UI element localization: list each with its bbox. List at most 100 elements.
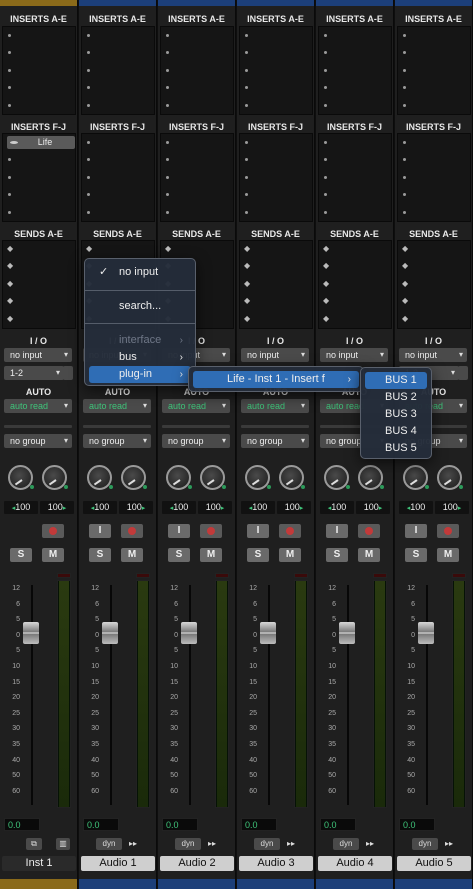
insert-slot[interactable] bbox=[398, 134, 470, 151]
send-slot[interactable]: ◆ bbox=[398, 311, 470, 328]
insert-slot[interactable] bbox=[398, 186, 470, 203]
input-monitor-button[interactable]: I bbox=[405, 524, 427, 538]
pan-right-knob[interactable] bbox=[42, 465, 68, 490]
waveform-view-icon[interactable]: ▸▸ bbox=[126, 838, 140, 850]
pan-left-knob[interactable] bbox=[324, 465, 350, 490]
insert-slot[interactable] bbox=[161, 62, 233, 79]
pan-left-knob[interactable] bbox=[87, 465, 113, 490]
insert-slot[interactable] bbox=[319, 134, 391, 151]
insert-slot[interactable] bbox=[161, 44, 233, 61]
pan-left-value[interactable]: ◂100 bbox=[83, 501, 117, 514]
volume-readout[interactable]: 0.0 bbox=[162, 818, 198, 831]
insert-slot[interactable] bbox=[240, 169, 312, 186]
track-name[interactable]: Inst 1 bbox=[2, 856, 76, 871]
automation-mode-selector[interactable]: auto read bbox=[162, 399, 230, 413]
input-monitor-button[interactable]: I bbox=[168, 524, 190, 538]
group-selector[interactable]: no group bbox=[162, 434, 230, 448]
send-slot[interactable]: ◆ bbox=[240, 293, 312, 310]
mute-button[interactable]: M bbox=[279, 548, 301, 562]
waveform-view-icon[interactable]: ▸▸ bbox=[363, 838, 377, 850]
insert-slot[interactable] bbox=[161, 204, 233, 221]
send-slot[interactable]: ◆ bbox=[3, 276, 75, 293]
insert-slot[interactable] bbox=[398, 204, 470, 221]
send-slot[interactable]: ◆ bbox=[240, 258, 312, 275]
dyn-button[interactable]: dyn bbox=[333, 838, 359, 850]
volume-fader[interactable] bbox=[418, 622, 434, 644]
input-selector[interactable]: no input bbox=[241, 348, 309, 362]
volume-readout[interactable]: 0.0 bbox=[83, 818, 119, 831]
send-slot[interactable]: ◆ bbox=[398, 258, 470, 275]
pan-right-value[interactable]: 100▸ bbox=[356, 501, 390, 514]
menu-item-bus-1[interactable]: BUS 1 bbox=[365, 372, 427, 389]
group-selector[interactable]: no group bbox=[83, 434, 151, 448]
mute-button[interactable]: M bbox=[121, 548, 143, 562]
menu-item-no-input[interactable]: ✓ no input bbox=[89, 264, 191, 281]
insert-slot[interactable] bbox=[319, 169, 391, 186]
send-slot[interactable]: ◆ bbox=[319, 258, 391, 275]
pan-left-knob[interactable] bbox=[245, 465, 271, 490]
insert-slot[interactable] bbox=[319, 79, 391, 96]
pan-right-knob[interactable] bbox=[279, 465, 305, 490]
insert-slot[interactable] bbox=[161, 151, 233, 168]
solo-button[interactable]: S bbox=[326, 548, 348, 562]
insert-slot[interactable] bbox=[240, 151, 312, 168]
insert-slot[interactable]: Life bbox=[3, 134, 75, 151]
menu-item-bus-2[interactable]: BUS 2 bbox=[365, 389, 427, 406]
input-monitor-button[interactable]: I bbox=[326, 524, 348, 538]
insert-slot[interactable] bbox=[3, 151, 75, 168]
solo-button[interactable]: S bbox=[89, 548, 111, 562]
record-arm-button[interactable] bbox=[42, 524, 64, 538]
insert-slot[interactable] bbox=[319, 186, 391, 203]
insert-slot[interactable] bbox=[240, 44, 312, 61]
input-monitor-button[interactable]: I bbox=[247, 524, 269, 538]
insert-slot[interactable] bbox=[240, 97, 312, 114]
insert-slot[interactable] bbox=[82, 151, 154, 168]
insert-slot[interactable] bbox=[82, 169, 154, 186]
menu-item-bus[interactable]: bus › bbox=[89, 349, 191, 366]
insert-slot[interactable] bbox=[161, 169, 233, 186]
output-selector[interactable]: 1-2 bbox=[4, 366, 64, 380]
waveform-view-icon[interactable]: ▸▸ bbox=[442, 838, 456, 850]
volume-readout[interactable]: 0.0 bbox=[320, 818, 356, 831]
volume-fader[interactable] bbox=[23, 622, 39, 644]
insert-slot[interactable] bbox=[82, 97, 154, 114]
insert-slot[interactable] bbox=[240, 204, 312, 221]
group-selector[interactable]: no group bbox=[241, 434, 309, 448]
pan-right-knob[interactable] bbox=[437, 465, 463, 490]
pan-right-knob[interactable] bbox=[358, 465, 384, 490]
insert-slot[interactable] bbox=[319, 27, 391, 44]
insert-slot[interactable] bbox=[240, 79, 312, 96]
insert-slot[interactable] bbox=[3, 62, 75, 79]
pan-right-value[interactable]: 100▸ bbox=[435, 501, 469, 514]
insert-slot[interactable] bbox=[398, 62, 470, 79]
input-monitor-button[interactable]: I bbox=[89, 524, 111, 538]
volume-readout[interactable]: 0.0 bbox=[241, 818, 277, 831]
pan-left-knob[interactable] bbox=[403, 465, 429, 490]
solo-button[interactable]: S bbox=[168, 548, 190, 562]
send-slot[interactable]: ◆ bbox=[319, 311, 391, 328]
input-selector[interactable]: no input bbox=[320, 348, 388, 362]
input-selector[interactable]: no input bbox=[4, 348, 72, 362]
insert-slot[interactable] bbox=[82, 27, 154, 44]
pan-left-value[interactable]: ◂100 bbox=[241, 501, 275, 514]
send-slot[interactable]: ◆ bbox=[240, 311, 312, 328]
instrument-keyboard-icon[interactable]: ▥ bbox=[56, 838, 70, 850]
menu-item-plug-in[interactable]: plug-in › bbox=[89, 366, 191, 383]
track-name[interactable]: Audio 3 bbox=[239, 856, 313, 871]
insert-slot[interactable] bbox=[398, 79, 470, 96]
mute-button[interactable]: M bbox=[42, 548, 64, 562]
track-name[interactable]: Audio 1 bbox=[81, 856, 155, 871]
insert-slot[interactable] bbox=[240, 186, 312, 203]
group-selector[interactable]: no group bbox=[4, 434, 72, 448]
dyn-button[interactable]: dyn bbox=[175, 838, 201, 850]
clip-indicator[interactable] bbox=[294, 573, 308, 578]
insert-slot[interactable] bbox=[3, 44, 75, 61]
insert-slot[interactable] bbox=[82, 44, 154, 61]
send-slot[interactable]: ◆ bbox=[398, 276, 470, 293]
insert-slot[interactable] bbox=[240, 134, 312, 151]
insert-slot[interactable] bbox=[161, 79, 233, 96]
insert-slot[interactable] bbox=[82, 62, 154, 79]
volume-fader[interactable] bbox=[181, 622, 197, 644]
automation-mode-selector[interactable]: auto read bbox=[241, 399, 309, 413]
insert-slot[interactable] bbox=[398, 151, 470, 168]
